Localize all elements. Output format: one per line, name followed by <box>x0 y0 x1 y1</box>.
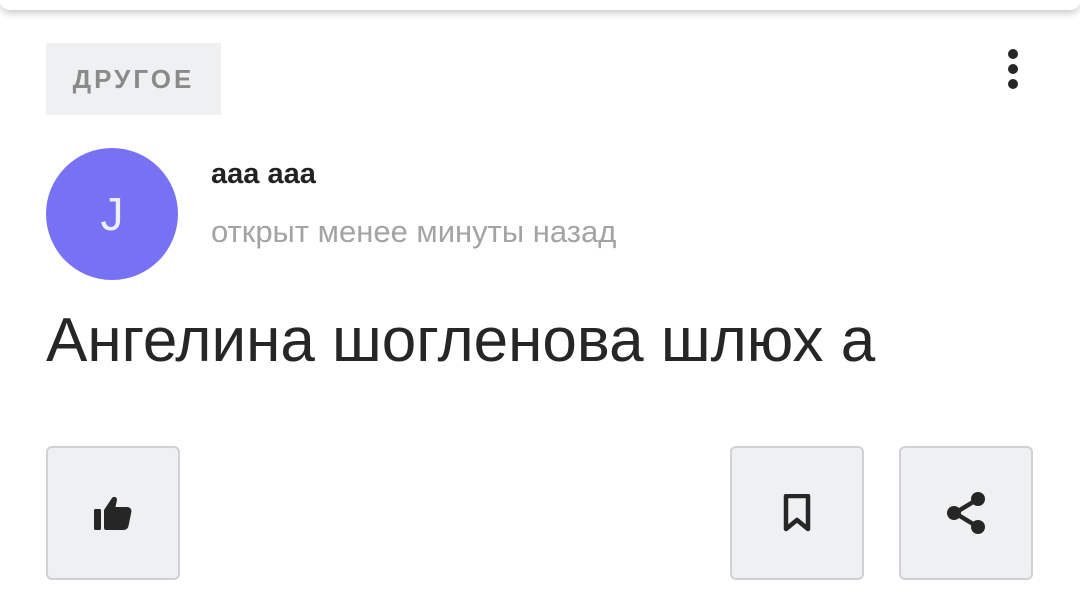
post-text: Ангелина шогленова шлюх а <box>46 306 876 375</box>
avatar-initial: J <box>100 188 124 240</box>
author-avatar[interactable]: J <box>46 148 178 280</box>
bookmark-button[interactable] <box>730 446 864 580</box>
bookmark-icon <box>783 494 811 532</box>
post-card: ДРУГОЕ J aaa aaa открыт менее минуты наз… <box>0 0 1080 601</box>
thumbs-up-icon <box>94 496 132 530</box>
share-button[interactable] <box>899 446 1033 580</box>
category-badge[interactable]: ДРУГОЕ <box>46 43 221 115</box>
author-name[interactable]: aaa aaa <box>211 158 316 191</box>
category-label: ДРУГОЕ <box>72 63 195 94</box>
more-options-button[interactable] <box>990 44 1036 94</box>
like-button[interactable] <box>46 446 180 580</box>
share-icon <box>947 492 985 534</box>
post-timestamp: открыт менее минуты назад <box>211 214 617 249</box>
more-vertical-icon <box>1008 49 1018 89</box>
